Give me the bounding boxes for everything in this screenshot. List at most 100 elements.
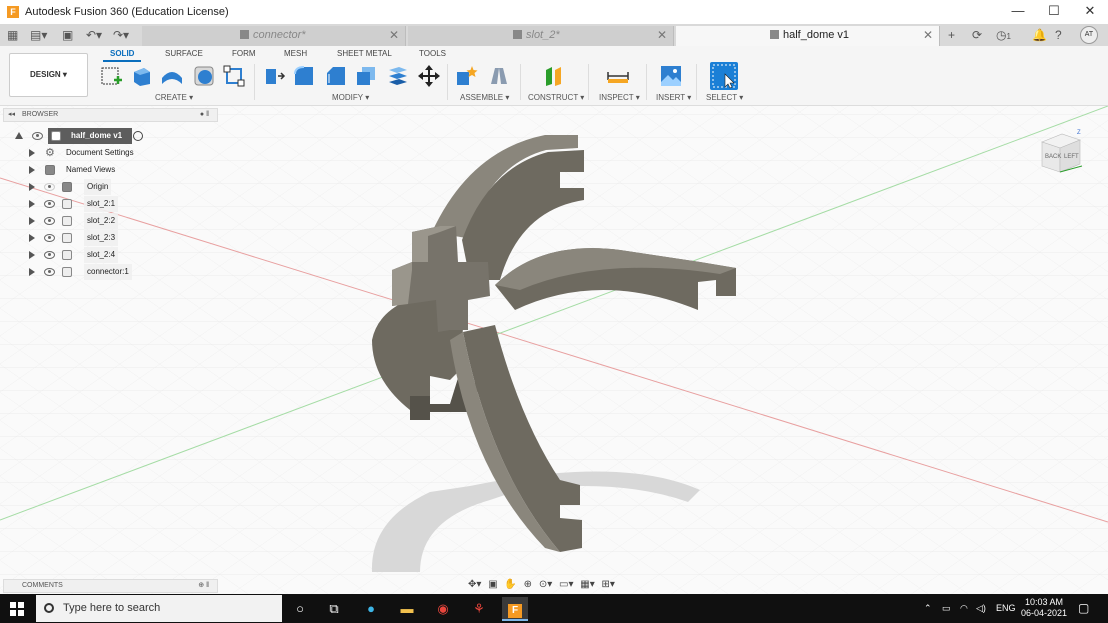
comments-panel[interactable]: COMMENTS ⊕ ‖	[3, 579, 218, 593]
minimize-button[interactable]: —	[1000, 0, 1036, 24]
tray-chevron-icon[interactable]: ⌃	[924, 594, 932, 623]
close-tab-icon[interactable]: ✕	[657, 26, 667, 45]
insert-image-icon[interactable]	[659, 64, 683, 88]
browser-item-named-views[interactable]: Named Views	[3, 162, 143, 178]
user-avatar[interactable]: AT	[1080, 26, 1098, 44]
panel-options-icon[interactable]: ● ‖	[200, 109, 209, 121]
close-tab-icon[interactable]: ✕	[389, 26, 399, 45]
help-icon[interactable]: ?	[1055, 27, 1062, 43]
new-component-icon[interactable]	[455, 64, 479, 88]
file-menu-icon[interactable]: ▤▾	[30, 27, 47, 43]
expand-arrow-icon[interactable]	[15, 132, 23, 139]
viewports-icon[interactable]: ⊞▾	[602, 579, 615, 590]
modify-group-menu[interactable]: MODIFY ▾	[332, 93, 369, 102]
pan-hand-icon[interactable]: ✋	[504, 579, 516, 590]
browser-item-slot-2-2[interactable]: slot_2:2	[3, 213, 143, 229]
close-button[interactable]: ✕	[1072, 0, 1108, 24]
visibility-eye-icon[interactable]	[32, 132, 43, 140]
ribbon-tab-sheet-metal[interactable]: SHEET METAL	[337, 49, 392, 58]
expand-arrow-icon[interactable]	[29, 217, 35, 225]
cortana-icon[interactable]: ○	[287, 597, 313, 621]
battery-icon[interactable]: ▭	[942, 594, 951, 623]
ribbon-tab-form[interactable]: FORM	[232, 49, 256, 58]
undo-icon[interactable]: ↶▾	[86, 27, 102, 43]
orbit-icon[interactable]: ✥▾	[468, 579, 481, 590]
measure-icon[interactable]	[606, 64, 630, 88]
notifications-bell-icon[interactable]: 🔔	[1032, 27, 1047, 43]
ribbon-tab-tools[interactable]: TOOLS	[419, 49, 446, 58]
expand-arrow-icon[interactable]	[29, 183, 35, 191]
chrome-icon[interactable]: ◉	[430, 597, 456, 621]
fit-icon[interactable]: ⊙▾	[539, 579, 552, 590]
add-comment-icon[interactable]: ⊕ ‖	[198, 580, 209, 592]
redo-icon[interactable]: ↷▾	[113, 27, 129, 43]
joint-icon[interactable]	[487, 64, 511, 88]
create-sketch-icon[interactable]	[100, 64, 124, 88]
zoom-icon[interactable]: ⊕	[524, 579, 532, 590]
align-icon[interactable]	[386, 64, 410, 88]
loft-icon[interactable]	[222, 64, 246, 88]
file-explorer-icon[interactable]: ▬	[394, 597, 420, 621]
wifi-icon[interactable]: ◠	[960, 594, 968, 623]
browser-item-slot-2-1[interactable]: slot_2:1	[3, 196, 143, 212]
browser-root-item[interactable]: half_dome v1	[3, 128, 163, 144]
select-icon[interactable]	[710, 62, 738, 90]
language-indicator[interactable]: ENG	[996, 594, 1016, 623]
revolve-icon[interactable]	[160, 64, 184, 88]
tab-slot-2[interactable]: slot_2* ✕	[408, 26, 674, 46]
hidden-eye-icon[interactable]	[44, 183, 55, 191]
fusion-taskbar-icon[interactable]: F	[502, 597, 528, 621]
look-at-icon[interactable]: ▣	[488, 579, 497, 590]
volume-icon[interactable]: ◁)	[976, 594, 986, 623]
expand-arrow-icon[interactable]	[29, 166, 35, 174]
browser-item-connector-1[interactable]: connector:1	[3, 264, 143, 280]
activate-radio-icon[interactable]	[133, 131, 143, 141]
expand-arrow-icon[interactable]	[29, 268, 35, 276]
expand-arrow-icon[interactable]	[29, 251, 35, 259]
tab-half-dome[interactable]: half_dome v1 ✕	[676, 26, 940, 46]
visibility-eye-icon[interactable]	[44, 217, 55, 225]
ribbon-tab-surface[interactable]: SURFACE	[165, 49, 203, 58]
expand-arrow-icon[interactable]	[29, 200, 35, 208]
create-group-menu[interactable]: CREATE ▾	[155, 93, 193, 102]
visibility-eye-icon[interactable]	[44, 268, 55, 276]
notifications-icon[interactable]: ▢	[1078, 594, 1089, 623]
grid-settings-icon[interactable]: ▦▾	[580, 579, 594, 590]
chamfer-icon[interactable]	[324, 64, 348, 88]
new-tab-button[interactable]: +	[948, 27, 955, 43]
save-icon[interactable]: ▣	[62, 27, 73, 43]
browser-item-slot-2-4[interactable]: slot_2:4	[3, 247, 143, 263]
move-copy-icon[interactable]	[417, 64, 441, 88]
display-settings-icon[interactable]: ▭▾	[559, 579, 573, 590]
tab-connector[interactable]: connector* ✕	[142, 26, 406, 46]
construct-group-menu[interactable]: CONSTRUCT ▾	[528, 93, 584, 102]
maximize-button[interactable]: ☐	[1036, 0, 1072, 24]
visibility-eye-icon[interactable]	[44, 251, 55, 259]
browser-item-origin[interactable]: Origin	[3, 179, 143, 195]
job-status-icon[interactable]: ◷1	[996, 27, 1011, 43]
windows-start-icon[interactable]	[10, 602, 24, 616]
viewcube-widget[interactable]: BACK LEFT Z	[1036, 128, 1082, 178]
inspect-group-menu[interactable]: INSPECT ▾	[599, 93, 640, 102]
extrude-icon[interactable]	[130, 64, 154, 88]
autodesk-app-icon[interactable]: ⚘	[466, 597, 492, 621]
browser-header[interactable]: ◂◂ BROWSER ● ‖	[3, 108, 218, 122]
taskbar-clock[interactable]: 10:03 AM 06-04-2021	[1016, 597, 1072, 619]
expand-arrow-icon[interactable]	[29, 234, 35, 242]
insert-group-menu[interactable]: INSERT ▾	[656, 93, 691, 102]
ribbon-tab-solid[interactable]: SOLID	[110, 49, 134, 58]
expand-arrow-icon[interactable]	[29, 149, 35, 157]
visibility-eye-icon[interactable]	[44, 200, 55, 208]
shell-combine-icon[interactable]	[354, 64, 378, 88]
offset-plane-icon[interactable]	[542, 64, 566, 88]
workspace-switcher-button[interactable]: DESIGN ▾	[9, 53, 88, 97]
visibility-eye-icon[interactable]	[44, 234, 55, 242]
taskbar-search-box[interactable]: Type here to search	[36, 595, 282, 622]
edge-browser-icon[interactable]: ●	[358, 597, 384, 621]
close-tab-icon[interactable]: ✕	[923, 26, 933, 45]
data-panel-grid-icon[interactable]: ▦	[7, 27, 18, 43]
press-pull-icon[interactable]	[262, 64, 286, 88]
fillet-icon[interactable]	[292, 64, 316, 88]
assemble-group-menu[interactable]: ASSEMBLE ▾	[460, 93, 509, 102]
extensions-icon[interactable]: ⟳	[972, 27, 982, 43]
